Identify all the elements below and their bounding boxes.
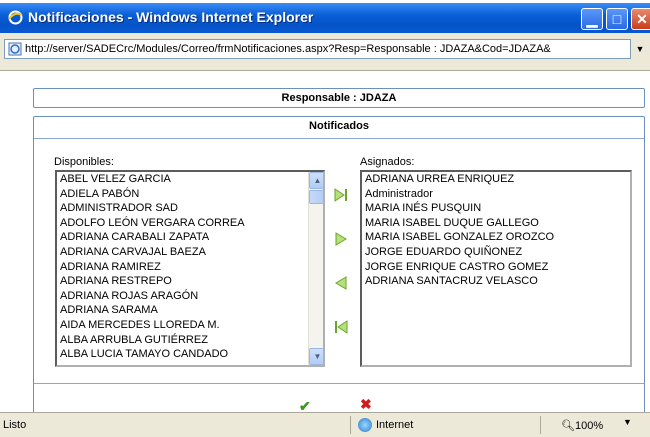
page-icon xyxy=(8,42,22,56)
scroll-thumb[interactable] xyxy=(309,190,323,204)
list-item[interactable]: MARIA INÉS PUSQUIN xyxy=(362,201,630,216)
divider xyxy=(34,383,644,384)
disponibles-label: Disponibles: xyxy=(54,156,114,168)
divider xyxy=(34,138,644,139)
divider xyxy=(540,416,541,434)
chevron-up-icon: ▲ xyxy=(313,176,322,185)
move-right-icon xyxy=(335,232,347,246)
maximize-icon: □ xyxy=(612,11,622,27)
transfer-buttons xyxy=(329,187,357,357)
address-dropdown-button[interactable]: ▼ xyxy=(633,39,647,59)
maximize-button[interactable]: □ xyxy=(606,8,628,30)
list-item[interactable]: ADRIANA ROJAS ARAGÓN xyxy=(57,289,323,304)
divider xyxy=(350,416,351,434)
list-item[interactable]: ALBA ARRUBLA GUTIÉRREZ xyxy=(57,333,323,348)
list-item[interactable]: ADRIANA SANTACRUZ VELASCO xyxy=(362,274,630,289)
vertical-scrollbar[interactable]: ▲ ▼ xyxy=(308,172,323,365)
cancel-icon[interactable]: ✖ xyxy=(360,396,372,413)
zone-label: Internet xyxy=(376,418,414,431)
address-field[interactable]: http://server/SADECrc/Modules/Correo/frm… xyxy=(4,39,631,59)
move-left-icon xyxy=(335,276,347,290)
list-item[interactable]: JORGE ENRIQUE CASTRO GOMEZ xyxy=(362,260,630,275)
move-all-right-button[interactable] xyxy=(332,187,350,203)
list-item[interactable]: ADRIANA URREA ENRIQUEZ xyxy=(362,172,630,187)
responsable-header: Responsable : JDAZA xyxy=(33,88,645,108)
move-left-button[interactable] xyxy=(332,275,350,291)
security-zone[interactable]: Internet xyxy=(358,418,413,432)
window-title: Notificaciones - Windows Internet Explor… xyxy=(28,9,314,25)
move-all-right-icon xyxy=(334,188,347,202)
list-item[interactable]: ADOLFO LEÓN VERGARA CORREA xyxy=(57,216,323,231)
section-title: Notificados xyxy=(309,120,369,132)
notificados-panel: Notificados Disponibles: Asignados: ABEL… xyxy=(33,116,645,416)
list-item[interactable]: ADIELA PABÓN xyxy=(57,187,323,202)
list-item[interactable]: ADRIANA SARAMA xyxy=(57,303,323,318)
list-item[interactable]: ABEL VELEZ GARCIA xyxy=(57,172,323,187)
list-item[interactable]: ADMINISTRADOR SAD xyxy=(57,201,323,216)
list-item[interactable]: AIDA MERCEDES LLOREDA M. xyxy=(57,318,323,333)
list-item[interactable]: JORGE EDUARDO QUIÑONEZ xyxy=(362,245,630,260)
close-icon: ✕ xyxy=(636,11,648,27)
chevron-down-icon: ▼ xyxy=(635,44,645,54)
globe-icon xyxy=(358,418,372,432)
list-item[interactable]: MARIA ISABEL DUQUE GALLEGO xyxy=(362,216,630,231)
disponibles-listbox[interactable]: ABEL VELEZ GARCIA ADIELA PABÓN ADMINISTRAD… xyxy=(55,170,325,367)
list-item[interactable]: ADRIANA CARVAJAL BAEZA xyxy=(57,245,323,260)
address-bar: http://server/SADECrc/Modules/Correo/frm… xyxy=(0,33,650,71)
chevron-down-icon: ▼ xyxy=(313,352,322,361)
page-content: Responsable : JDAZA Notificados Disponib… xyxy=(23,80,650,416)
status-text: Listo xyxy=(3,419,27,431)
list-item[interactable]: Administrador xyxy=(362,187,630,202)
zoom-label: 100% xyxy=(574,420,604,432)
close-button[interactable]: ✕ xyxy=(631,8,650,30)
list-item[interactable]: ADRIANA RAMIREZ xyxy=(57,260,323,275)
asignados-label: Asignados: xyxy=(360,156,415,168)
list-item[interactable]: ADRIANA CARABALI ZAPATA xyxy=(57,230,323,245)
asignados-listbox[interactable]: ADRIANA URREA ENRIQUEZ Administrador MARIA… xyxy=(360,170,632,367)
move-right-button[interactable] xyxy=(332,231,350,247)
scroll-up-button[interactable]: ▲ xyxy=(309,172,323,189)
url-text: http://server/SADECrc/Modules/Correo/frm… xyxy=(25,43,551,55)
zoom-dropdown-icon[interactable]: ▼ xyxy=(623,417,632,427)
move-all-left-icon xyxy=(335,320,348,334)
title-bar[interactable]: Notificaciones - Windows Internet Explor… xyxy=(0,3,650,33)
scroll-down-button[interactable]: ▼ xyxy=(309,348,323,365)
minimize-icon: ▁ xyxy=(586,11,598,27)
ie-logo-icon xyxy=(8,10,23,25)
zoom-level[interactable]: 🔍︎100% xyxy=(561,419,603,432)
list-item[interactable]: ALBA LUCIA TAMAYO CANDADO xyxy=(57,347,323,362)
status-bar: Listo Internet 🔍︎100% ▼ xyxy=(0,412,650,437)
ie-window: Notificaciones - Windows Internet Explor… xyxy=(0,0,650,437)
list-item[interactable]: ADRIANA RESTREPO xyxy=(57,274,323,289)
minimize-button[interactable]: ▁ xyxy=(581,8,603,30)
move-all-left-button[interactable] xyxy=(332,319,350,335)
list-item[interactable]: MARIA ISABEL GONZALEZ OROZCO xyxy=(362,230,630,245)
